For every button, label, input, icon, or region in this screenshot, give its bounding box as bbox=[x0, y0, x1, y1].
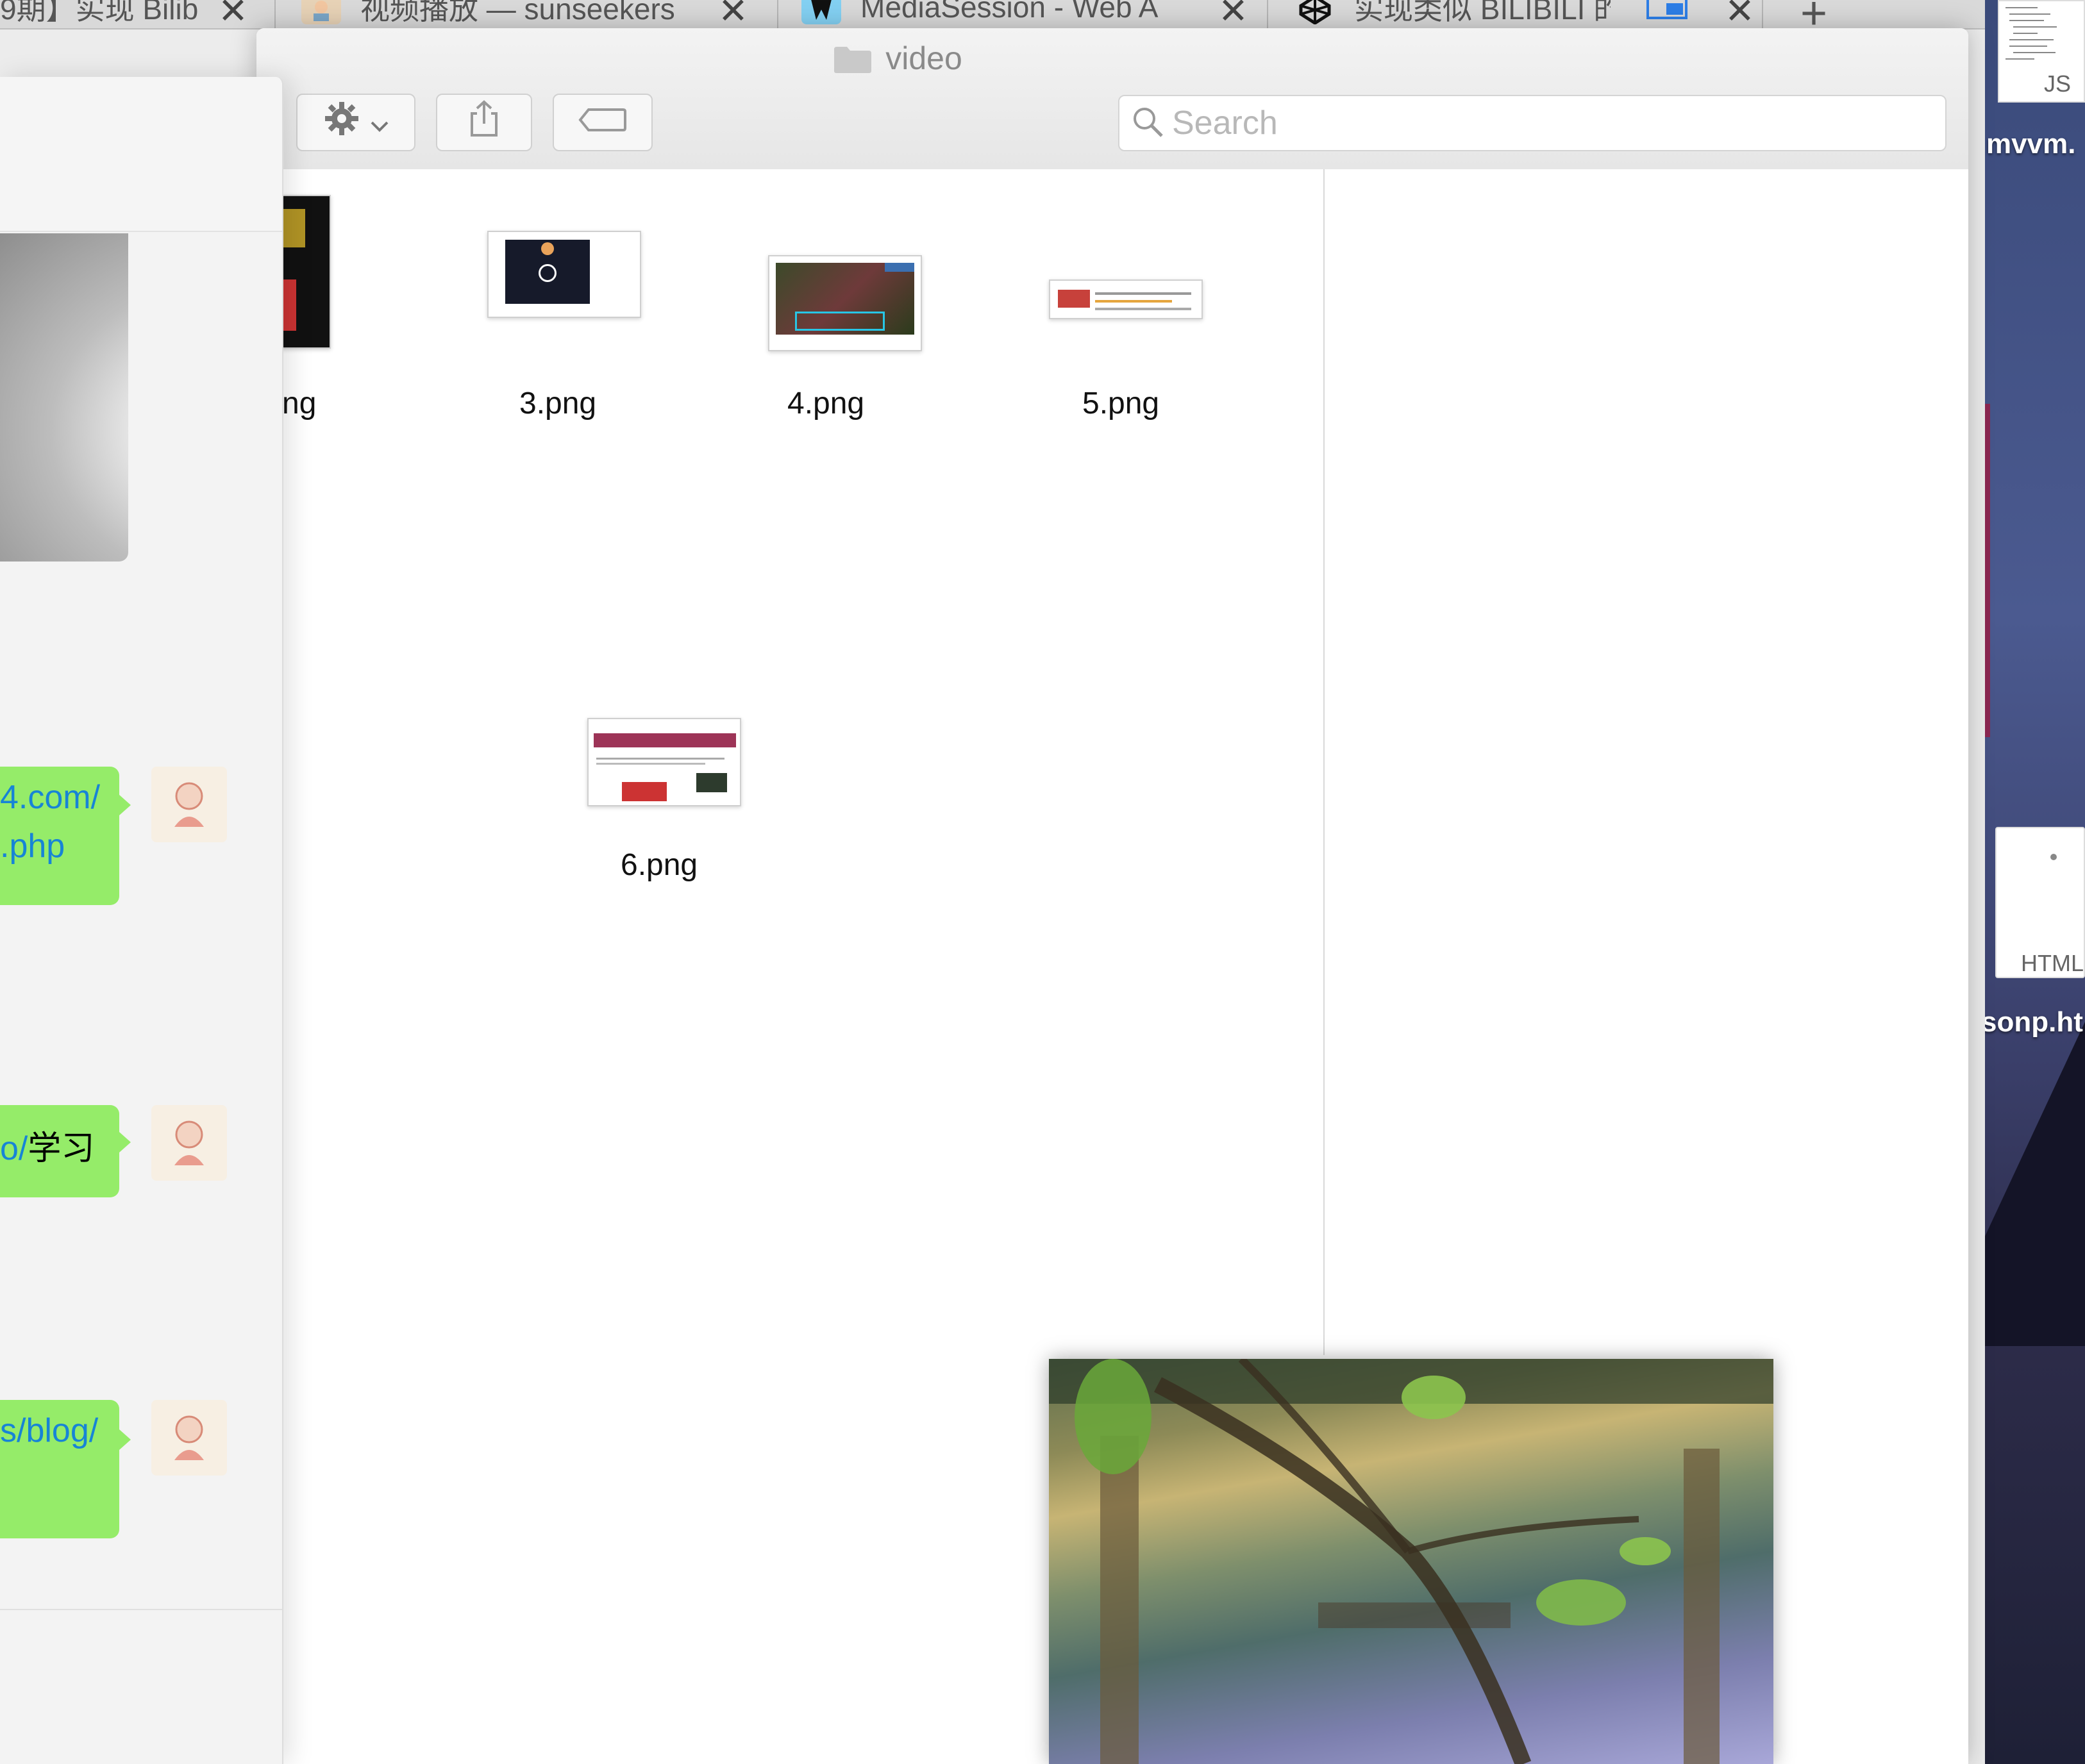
search-icon bbox=[1131, 105, 1164, 142]
file-name: 6.png bbox=[621, 848, 698, 882]
file-thumbnail bbox=[1049, 279, 1203, 319]
chat-bubble[interactable]: s/blog/ bbox=[0, 1400, 119, 1538]
finder-toolbar: video bbox=[256, 28, 1968, 171]
chat-input-divider bbox=[0, 1609, 282, 1610]
file-thumbnail bbox=[487, 231, 641, 318]
file-name: ng bbox=[282, 387, 317, 420]
thumbnail-video-frame bbox=[776, 263, 914, 335]
message-link[interactable]: o/ bbox=[0, 1130, 28, 1167]
window-edge bbox=[1985, 404, 1990, 737]
tag-icon bbox=[578, 105, 627, 140]
folder-icon bbox=[833, 44, 873, 73]
thumbnail-line bbox=[1095, 292, 1191, 295]
chat-bubble[interactable]: o/学习 bbox=[0, 1105, 119, 1197]
play-icon bbox=[539, 264, 557, 282]
action-menu-button[interactable] bbox=[296, 94, 415, 151]
file-name: 4.png bbox=[787, 387, 865, 420]
thumbnail-controls bbox=[795, 312, 885, 331]
message-link[interactable]: s/blog/ bbox=[0, 1406, 119, 1455]
close-icon[interactable]: ✕ bbox=[1725, 0, 1755, 28]
gear-icon bbox=[322, 99, 361, 146]
thumbnail-detail bbox=[622, 782, 667, 801]
window-title: video bbox=[256, 40, 1539, 77]
search-input[interactable] bbox=[1171, 103, 1879, 143]
desktop-background: JS mvvm. HTML sonp.ht bbox=[1985, 0, 2085, 1764]
thumbnail-detail bbox=[1058, 290, 1090, 308]
photo-artwork bbox=[1049, 1359, 1773, 1764]
thumbnail-detail bbox=[696, 773, 727, 792]
tab-title: 视频播放 — sunseekers bbox=[360, 0, 675, 26]
search-field[interactable] bbox=[1118, 95, 1947, 151]
browser-tab-bar: 9期】实现 Bilib ✕ 视频播放 — sunseekers ✕ MediaS… bbox=[0, 0, 2085, 29]
tags-button[interactable] bbox=[553, 94, 653, 151]
mdn-icon bbox=[801, 0, 841, 24]
chat-image-message[interactable] bbox=[0, 233, 128, 562]
avatar bbox=[151, 767, 227, 842]
file-thumbnail bbox=[768, 255, 922, 351]
bubble-tail bbox=[119, 1132, 131, 1152]
avatar-icon bbox=[174, 782, 204, 827]
column-divider[interactable] bbox=[1323, 169, 1325, 1355]
tab-title: 9期】实现 Bilib bbox=[0, 0, 199, 26]
browser-tab-2[interactable]: 视频播放 — sunseekers ✕ bbox=[301, 0, 769, 28]
thumbnail-line bbox=[1095, 308, 1191, 310]
file-item[interactable]: 4.png bbox=[757, 169, 949, 438]
image-preview[interactable] bbox=[1049, 1359, 1773, 1764]
avatar-icon bbox=[174, 1415, 204, 1460]
thumbnail-avatar bbox=[541, 242, 554, 255]
message-link[interactable]: .php bbox=[0, 822, 119, 870]
file-thumbnail-dot bbox=[2050, 854, 2057, 860]
tab-divider bbox=[777, 0, 778, 28]
thumbnail-header bbox=[594, 733, 736, 747]
thumbnail-line bbox=[1095, 300, 1172, 303]
desktop-file-label[interactable]: mvvm. bbox=[1986, 128, 2075, 160]
file-thumbnail bbox=[587, 718, 741, 806]
file-name: 3.png bbox=[519, 387, 597, 420]
desktop-file-label[interactable]: sonp.ht bbox=[1985, 1006, 2083, 1038]
desktop-file-html[interactable]: HTML bbox=[1995, 827, 2085, 978]
close-icon[interactable]: ✕ bbox=[1218, 0, 1248, 28]
window-title-text: video bbox=[885, 40, 962, 76]
avatar-icon bbox=[174, 1120, 204, 1165]
file-item[interactable]: 6.png bbox=[577, 695, 769, 964]
thumbnail-video-frame bbox=[505, 240, 590, 304]
avatar-icon bbox=[301, 0, 341, 24]
chat-header bbox=[0, 77, 282, 232]
share-button[interactable] bbox=[436, 94, 532, 151]
chevron-down-icon bbox=[370, 105, 389, 140]
avatar bbox=[151, 1400, 227, 1476]
share-icon bbox=[468, 99, 500, 146]
code-thumbnail-icon bbox=[2005, 7, 2057, 60]
thumbnail-line bbox=[596, 763, 705, 765]
file-item[interactable]: 3.png bbox=[474, 169, 667, 438]
bubble-tail bbox=[119, 795, 131, 815]
browser-tab-4[interactable]: 实现类似 BILIBILI 的 ✕ bbox=[1295, 0, 1782, 28]
tab-divider bbox=[1267, 0, 1268, 28]
close-icon[interactable]: ✕ bbox=[718, 0, 748, 28]
chat-window: 4.com/ .php o/学习 s/blog/ bbox=[0, 77, 283, 1764]
message-link[interactable]: 4.com/ bbox=[0, 773, 119, 822]
thumbnail-label bbox=[885, 263, 914, 272]
message-text: 学习 bbox=[28, 1130, 95, 1167]
avatar bbox=[151, 1105, 227, 1181]
bubble-tail bbox=[119, 1429, 131, 1450]
chat-bubble[interactable]: 4.com/ .php bbox=[0, 767, 119, 905]
browser-tab-1[interactable]: 9期】实现 Bilib ✕ bbox=[0, 0, 269, 28]
picture-in-picture-icon[interactable] bbox=[1646, 0, 1687, 19]
file-type-label: JS bbox=[2044, 71, 2072, 97]
browser-tab-3[interactable]: MediaSession - Web A ✕ bbox=[801, 0, 1269, 28]
thumbnail-line bbox=[596, 758, 724, 760]
tab-title: MediaSession - Web A bbox=[860, 0, 1159, 24]
tab-divider bbox=[1762, 0, 1763, 28]
file-name: 5.png bbox=[1082, 387, 1160, 420]
codepen-icon bbox=[1295, 0, 1335, 24]
file-type-label: HTML bbox=[2021, 950, 2084, 976]
file-item[interactable]: 5.png bbox=[1037, 169, 1230, 438]
close-icon[interactable]: ✕ bbox=[218, 0, 248, 28]
tab-title: 实现类似 BILIBILI 的 bbox=[1354, 0, 1611, 26]
desktop-file-js[interactable]: JS bbox=[1998, 0, 2085, 103]
tab-divider bbox=[274, 0, 276, 28]
new-tab-button[interactable]: + bbox=[1800, 0, 1827, 28]
